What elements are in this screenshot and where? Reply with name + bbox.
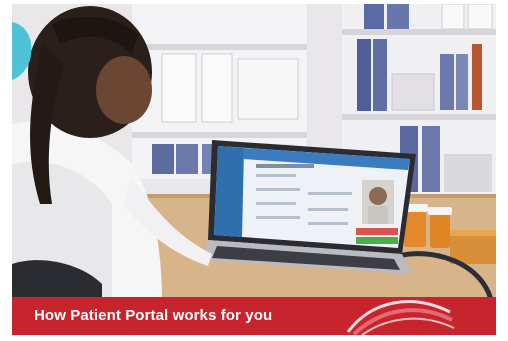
banner-title: How Patient Portal works for you bbox=[34, 307, 273, 324]
ribbon-swoosh-icon bbox=[346, 300, 455, 335]
hero-image-frame: How Patient Portal works for you bbox=[12, 4, 496, 335]
doctor-at-laptop-photo bbox=[12, 4, 496, 335]
